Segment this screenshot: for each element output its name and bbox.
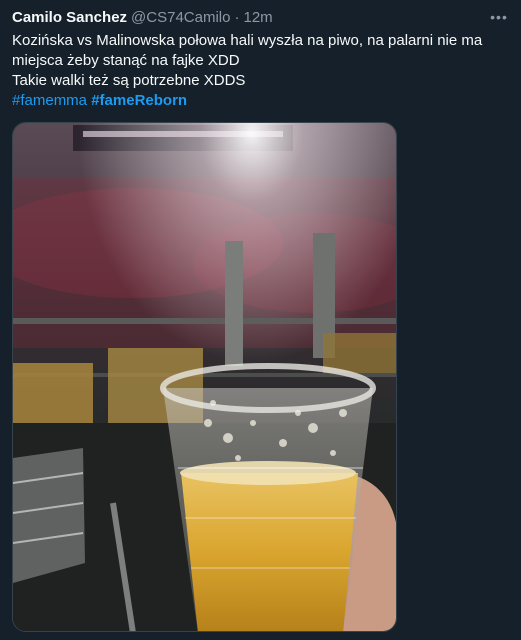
tweet-text-line: Takie walki też są potrzebne XDDS xyxy=(12,72,246,89)
tweet-timestamp[interactable]: 12m xyxy=(243,8,272,28)
photo-beer-cup-arena xyxy=(13,123,396,631)
author-name[interactable]: Camilo Sanchez xyxy=(12,8,127,28)
tweet-header: Camilo Sanchez @CS74Camilo · 12m xyxy=(12,8,509,28)
hashtag-link[interactable]: #famemma xyxy=(12,92,87,109)
hashtag-link[interactable]: #fameReborn xyxy=(91,92,187,109)
author-handle[interactable]: @CS74Camilo xyxy=(131,8,230,28)
tweet-text-line: Kozińska vs Malinowska połowa hali wyszł… xyxy=(12,32,483,49)
tweet-text-line: miejsca żeby stanąć na fajke XDD xyxy=(12,52,240,69)
tweet-text: Kozińska vs Malinowska połowa hali wyszł… xyxy=(12,31,509,111)
tweet-photo[interactable] xyxy=(12,122,397,632)
more-options-icon[interactable]: ••• xyxy=(489,9,509,25)
hashtag-row: #famemma #fameReborn xyxy=(12,91,509,111)
tweet-card[interactable]: Camilo Sanchez @CS74Camilo · 12m ••• Koz… xyxy=(0,0,521,640)
separator-dot: · xyxy=(234,9,240,26)
